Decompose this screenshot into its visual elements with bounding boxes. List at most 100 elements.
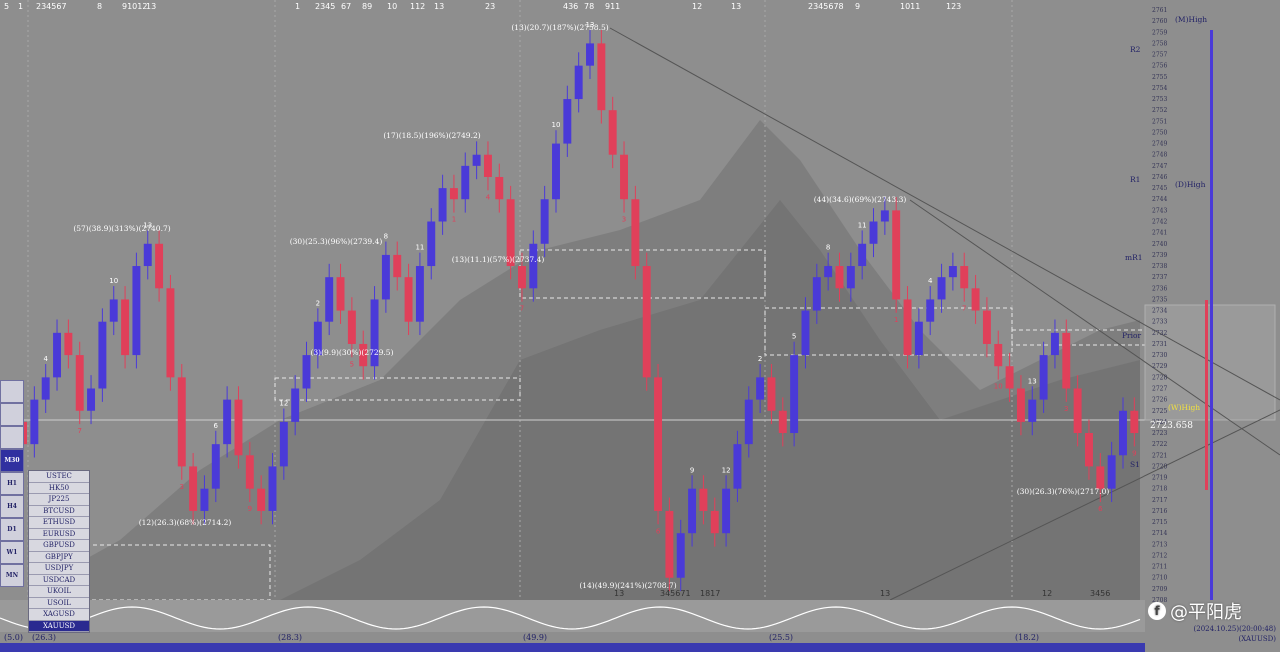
candle: [790, 341, 799, 447]
price-tick: 2727: [1152, 385, 1167, 392]
timeframe-w1[interactable]: W1: [0, 541, 24, 564]
candle-body: [869, 221, 878, 244]
candle-body: [1050, 332, 1059, 356]
candle: [427, 208, 436, 280]
sequence-number: 4: [43, 355, 48, 363]
candle-body: [415, 266, 424, 322]
candle-body: [642, 266, 651, 378]
bottom-counter: 13: [614, 589, 624, 598]
candle-body: [1005, 366, 1014, 389]
counter-label: 1: [18, 2, 23, 11]
timeframe-blank[interactable]: [0, 426, 24, 449]
symbol-jp225[interactable]: JP225: [29, 494, 89, 506]
price-tick: 2712: [1152, 552, 1167, 559]
range-bar: [1210, 30, 1213, 600]
candle: [926, 286, 935, 336]
sequence-number: 9: [1132, 449, 1136, 457]
session-label: (25.5): [769, 633, 793, 642]
candle-body: [336, 277, 345, 311]
candle-body: [846, 266, 855, 289]
timeframe-h4[interactable]: H4: [0, 495, 24, 518]
candle-body: [665, 510, 674, 578]
candle: [404, 263, 413, 336]
sequence-number: 11: [858, 221, 867, 229]
symbol-xauusd[interactable]: XAUUSD: [29, 620, 89, 632]
symbol-gbpusd[interactable]: GBPUSD: [29, 540, 89, 552]
sequence-number: 5: [792, 333, 796, 341]
sequence-number: 6: [1098, 505, 1103, 513]
symbol-usoil[interactable]: USOIL: [29, 598, 89, 609]
timeframe-m30[interactable]: M30: [0, 449, 24, 472]
candle-body: [699, 488, 708, 511]
sequence-number: 7: [77, 427, 81, 435]
symbol-eurusd[interactable]: EURUSD: [29, 529, 89, 540]
candle: [155, 230, 164, 302]
price-tick: 2737: [1152, 274, 1167, 281]
symbol-gbpjpy[interactable]: GBPJPY: [29, 552, 89, 563]
candle-body: [1107, 455, 1116, 489]
symbol-usdcad[interactable]: USDCAD: [29, 575, 89, 586]
candle-body: [483, 154, 492, 177]
candle-body: [495, 176, 504, 200]
candle-body: [631, 199, 640, 267]
sequence-number: 2: [758, 355, 762, 363]
timeframe-h1[interactable]: H1: [0, 472, 24, 495]
candle: [313, 308, 322, 369]
price-chart[interactable]: 1471013369122581114710133691225811147101…: [0, 0, 1280, 652]
symbol-hk50[interactable]: HK50: [29, 483, 89, 494]
price-tick: 2756: [1152, 63, 1167, 70]
date-readout: (2024.10.25)(20:00:48): [1193, 625, 1276, 633]
level-label: (D)High: [1175, 180, 1206, 189]
candle: [393, 241, 402, 291]
counter-label: 23: [485, 2, 495, 11]
timeframe-mn[interactable]: MN: [0, 564, 24, 587]
symbol-ethusd[interactable]: ETHUSD: [29, 517, 89, 529]
watermark-text: @平阳虎: [1170, 602, 1242, 623]
price-tick: 2718: [1152, 486, 1167, 493]
candle: [381, 241, 390, 313]
price-tick: 2761: [1152, 7, 1167, 14]
candle: [302, 341, 311, 402]
candle-body: [858, 243, 867, 267]
sequence-number: 1: [452, 216, 456, 224]
timeframe-d1[interactable]: D1: [0, 518, 24, 541]
bottom-counter: 345671: [660, 589, 691, 598]
price-tick: 2714: [1152, 530, 1167, 537]
price-tick: 2715: [1152, 519, 1167, 526]
candle: [982, 297, 991, 358]
level-label: mR1: [1125, 253, 1143, 262]
swing-label: (44)(34.6)(69%)(2743.3): [814, 195, 907, 204]
sequence-number: 8: [826, 244, 830, 252]
candle-body: [892, 210, 901, 300]
candle-body: [552, 143, 560, 200]
candle-body: [291, 388, 300, 422]
candle-body: [449, 188, 458, 200]
sequence-number: 5: [350, 360, 354, 368]
timeframe-blank[interactable]: [0, 403, 24, 426]
symbol-btcusd[interactable]: BTCUSD: [29, 506, 89, 517]
symbol-ustec[interactable]: USTEC: [29, 471, 89, 483]
bottom-counter: 3456: [1090, 589, 1110, 598]
price-tick: 2757: [1152, 52, 1167, 59]
symbol-usdjpy[interactable]: USDJPY: [29, 563, 89, 575]
candle-body: [903, 299, 912, 356]
symbol-xagusd[interactable]: XAGUSD: [29, 609, 89, 621]
price-tick: 2750: [1152, 129, 1167, 136]
counter-label: 8: [97, 2, 102, 11]
candle-body: [438, 188, 447, 222]
price-tick: 2723: [1152, 430, 1167, 437]
candle: [449, 174, 458, 213]
candle-body: [98, 321, 107, 389]
candle: [631, 185, 640, 280]
counter-label: 1011: [900, 2, 920, 11]
candle-body: [801, 310, 810, 356]
symbol-ukoil[interactable]: UKOIL: [29, 586, 89, 598]
timeframe-blank[interactable]: [0, 380, 24, 403]
counter-label: 12: [692, 2, 702, 11]
price-tick: 2742: [1152, 219, 1167, 226]
candle-body: [563, 99, 572, 144]
candle-body: [676, 533, 685, 578]
ichimoku-cloud: [30, 120, 1140, 600]
candle-body: [722, 488, 731, 534]
price-tick: 2721: [1152, 452, 1167, 459]
